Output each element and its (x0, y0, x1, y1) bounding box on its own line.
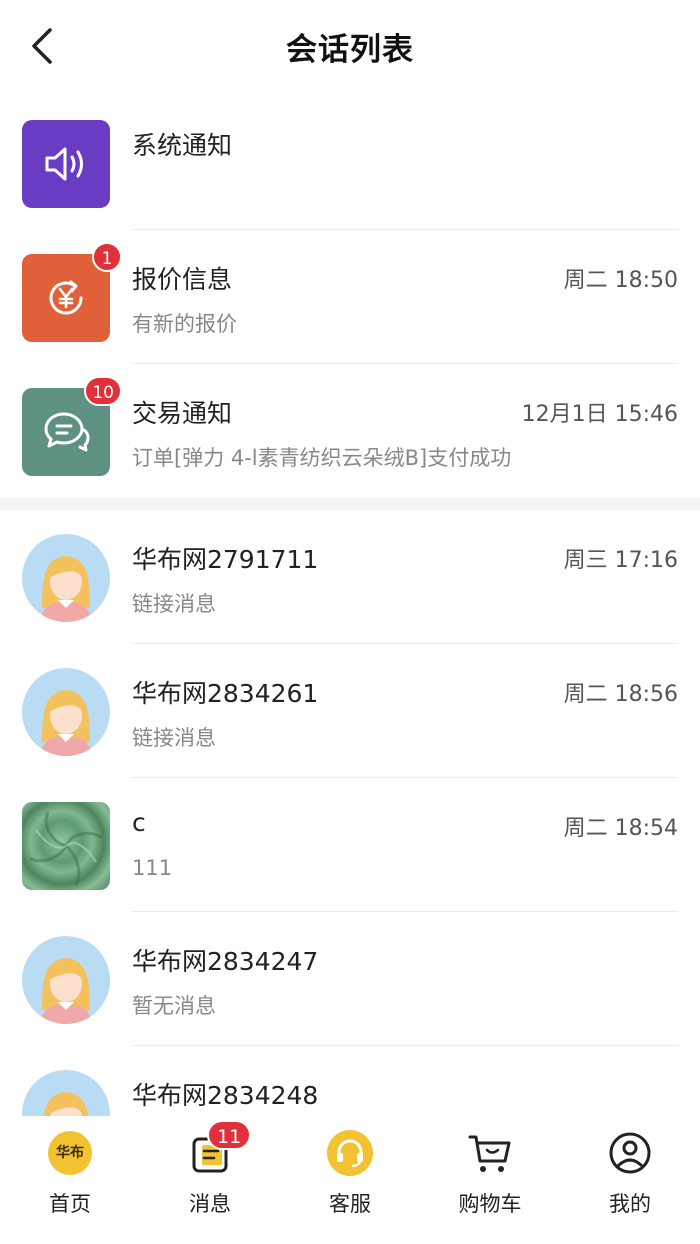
conversation-preview: 111 (132, 856, 173, 880)
conversation-item[interactable]: 华布网2834261 周二 18:56 链接消息 (0, 644, 700, 778)
unread-badge: 1 (92, 242, 122, 272)
conversation-item[interactable]: 华布网2834247 暂无消息 (0, 912, 700, 1046)
messages-badge: 11 (207, 1120, 252, 1150)
conversation-name: 华布网2791711 (132, 545, 319, 574)
conversation-name: 华布网2834247 (132, 947, 319, 976)
tab-messages[interactable]: 11 消息 (140, 1116, 280, 1244)
bottom-tab-bar: 华布 首页 11 消息 客服 购物车 我的 (0, 1116, 700, 1244)
tab-label: 客服 (329, 1192, 371, 1216)
conversation-trade-notice[interactable]: 10 交易通知 12月1日 15:46 订单[弹力 4-l素青纺织云朵绒B]支付… (0, 364, 700, 498)
tab-mine[interactable]: 我的 (560, 1116, 700, 1244)
tab-home[interactable]: 华布 首页 (0, 1116, 140, 1244)
tab-label: 购物车 (458, 1192, 522, 1216)
tab-label: 我的 (609, 1192, 651, 1216)
conversation-item[interactable]: 华布网2791711 周三 17:16 链接消息 (0, 510, 700, 644)
conversation-quote-info[interactable]: 1 报价信息 周二 18:50 有新的报价 (0, 230, 700, 364)
conversation-name: 系统通知 (132, 131, 233, 160)
message-doc-icon: 11 (185, 1120, 252, 1178)
conversation-time: 周二 18:54 (563, 816, 678, 841)
conversation-time: 12月1日 15:46 (521, 402, 678, 427)
conversation-preview: 链接消息 (132, 726, 216, 750)
tab-label: 消息 (189, 1192, 231, 1216)
conversation-preview: 暂无消息 (132, 994, 216, 1018)
conversation-preview: 订单[弹力 4-l素青纺织云朵绒B]支付成功 (132, 446, 512, 470)
conversation-name: 报价信息 (132, 265, 233, 294)
user-avatar (22, 936, 110, 1024)
tab-service[interactable]: 客服 (280, 1116, 420, 1244)
conversation-name: 交易通知 (132, 399, 233, 428)
user-avatar (22, 1070, 110, 1116)
user-avatar (22, 534, 110, 622)
cart-icon (465, 1128, 515, 1178)
profile-icon (605, 1128, 655, 1178)
conversation-item[interactable]: c 周二 18:54 111 (0, 778, 700, 912)
conversation-item[interactable]: 华布网2834248 (0, 1046, 700, 1116)
headset-icon (325, 1128, 375, 1178)
conversation-system-notice[interactable]: 系统通知 (0, 96, 700, 230)
conversation-time: 周三 17:16 (563, 548, 678, 573)
conversation-list[interactable]: 系统通知 1 报价信息 周二 18:50 有新的报价 10 交易通知 12月1日… (0, 96, 700, 1116)
user-avatar (22, 668, 110, 756)
section-divider (0, 498, 700, 510)
unread-badge: 10 (84, 376, 122, 406)
home-logo-icon: 华布 (45, 1128, 95, 1178)
speaker-icon (22, 120, 110, 208)
conversation-time: 周二 18:56 (563, 682, 678, 707)
tab-cart[interactable]: 购物车 (420, 1116, 560, 1244)
fabric-photo (22, 802, 110, 890)
conversation-name: c (132, 808, 146, 837)
tab-label: 首页 (49, 1192, 91, 1216)
conversation-preview: 有新的报价 (132, 312, 237, 336)
home-logo-text: 华布 (56, 1145, 84, 1161)
conversation-time: 周二 18:50 (563, 268, 678, 293)
conversation-name: 华布网2834261 (132, 679, 319, 708)
page-title: 会话列表 (286, 32, 414, 68)
top-bar: 会话列表 (0, 0, 700, 96)
conversation-preview: 链接消息 (132, 592, 216, 616)
conversation-name: 华布网2834248 (132, 1081, 319, 1110)
